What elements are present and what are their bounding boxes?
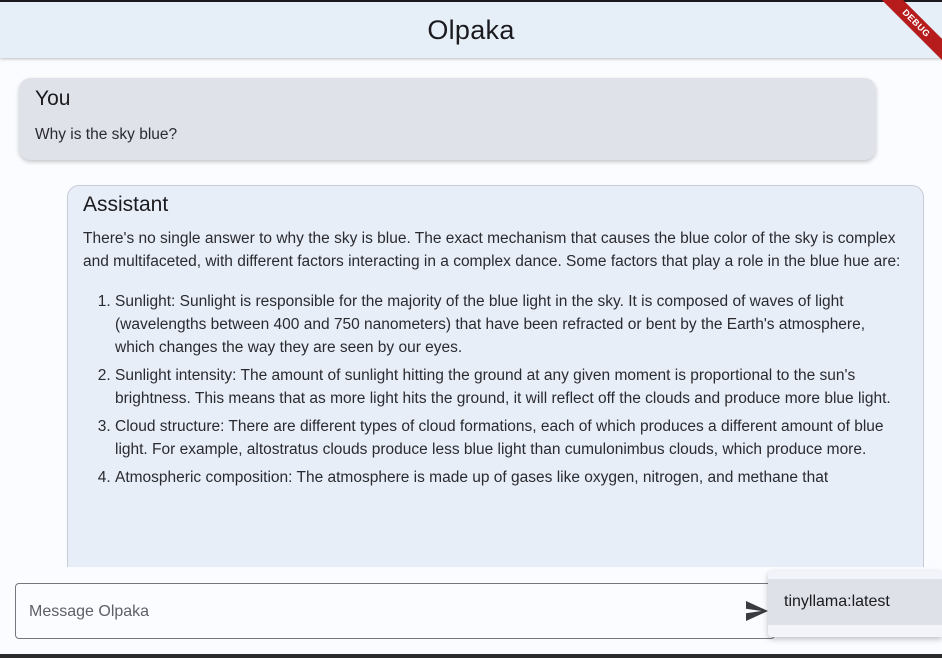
user-message-text: Why is the sky blue? (35, 126, 178, 143)
list-item: Sunlight: Sunlight is responsible for th… (115, 290, 908, 359)
assistant-points-list: Sunlight: Sunlight is responsible for th… (83, 290, 908, 489)
model-option-tinyllama[interactable]: tinyllama:latest (768, 579, 942, 625)
app-window: Olpaka DEBUG You Why is the sky blue? As… (0, 0, 942, 658)
assistant-message: Assistant There's no single answer to wh… (67, 185, 924, 567)
model-dropdown-menu: tinyllama:latest (768, 571, 942, 637)
user-sender-label: You (35, 87, 71, 110)
window-bottom-strip (0, 654, 942, 658)
app-bar: Olpaka DEBUG (0, 0, 942, 72)
chat-history[interactable]: You Why is the sky blue? Assistant There… (0, 58, 942, 567)
user-message: You Why is the sky blue? (19, 78, 876, 160)
send-button[interactable] (744, 599, 770, 623)
message-composer: tinyllama:latest (0, 567, 942, 658)
list-item: Sunlight intensity: The amount of sunlig… (115, 364, 908, 410)
assistant-intro-text: There's no single answer to why the sky … (83, 230, 901, 270)
list-item: Cloud structure: There are different typ… (115, 415, 908, 461)
assistant-sender-label: Assistant (83, 193, 169, 216)
message-input[interactable] (27, 584, 731, 640)
app-title: Olpaka (427, 14, 515, 45)
list-item: Atmospheric composition: The atmosphere … (115, 466, 908, 489)
message-input-box[interactable] (15, 583, 775, 640)
send-icon (746, 601, 768, 621)
